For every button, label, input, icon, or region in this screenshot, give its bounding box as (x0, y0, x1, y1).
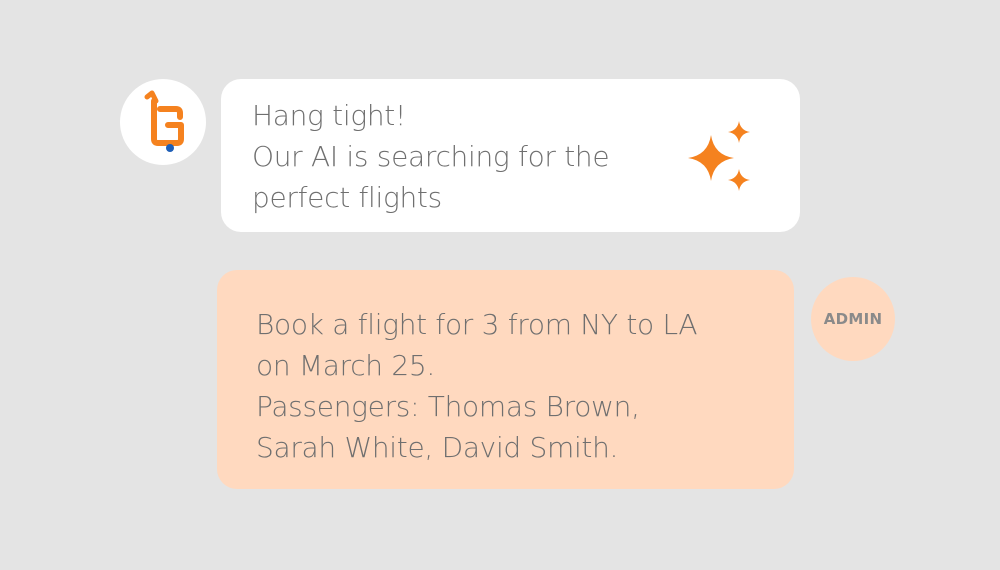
bot-message-bubble: Hang tight! Our AI is searching for the … (221, 79, 800, 232)
sparkles-icon (688, 121, 750, 191)
user-message-line: Book a flight for 3 from NY to LA (256, 308, 698, 341)
user-message-line: on March 25. (256, 349, 435, 382)
user-message-line: Sarah White, David Smith. (256, 431, 619, 464)
logo-g-icon (144, 90, 184, 152)
bot-avatar (120, 79, 206, 165)
admin-avatar: ADMIN (811, 277, 895, 361)
user-message-text: Book a flight for 3 from NY to LA on Mar… (256, 304, 776, 468)
bot-message-text: Hang tight! Our AI is searching for the … (252, 95, 672, 218)
bot-message-line: perfect flights (252, 181, 442, 214)
admin-avatar-label: ADMIN (823, 310, 883, 328)
bot-message-line: Hang tight! (252, 99, 406, 132)
user-message-bubble: Book a flight for 3 from NY to LA on Mar… (217, 270, 794, 489)
bot-message-line: Our AI is searching for the (252, 140, 610, 173)
user-message-line: Passengers: Thomas Brown, (256, 390, 640, 423)
